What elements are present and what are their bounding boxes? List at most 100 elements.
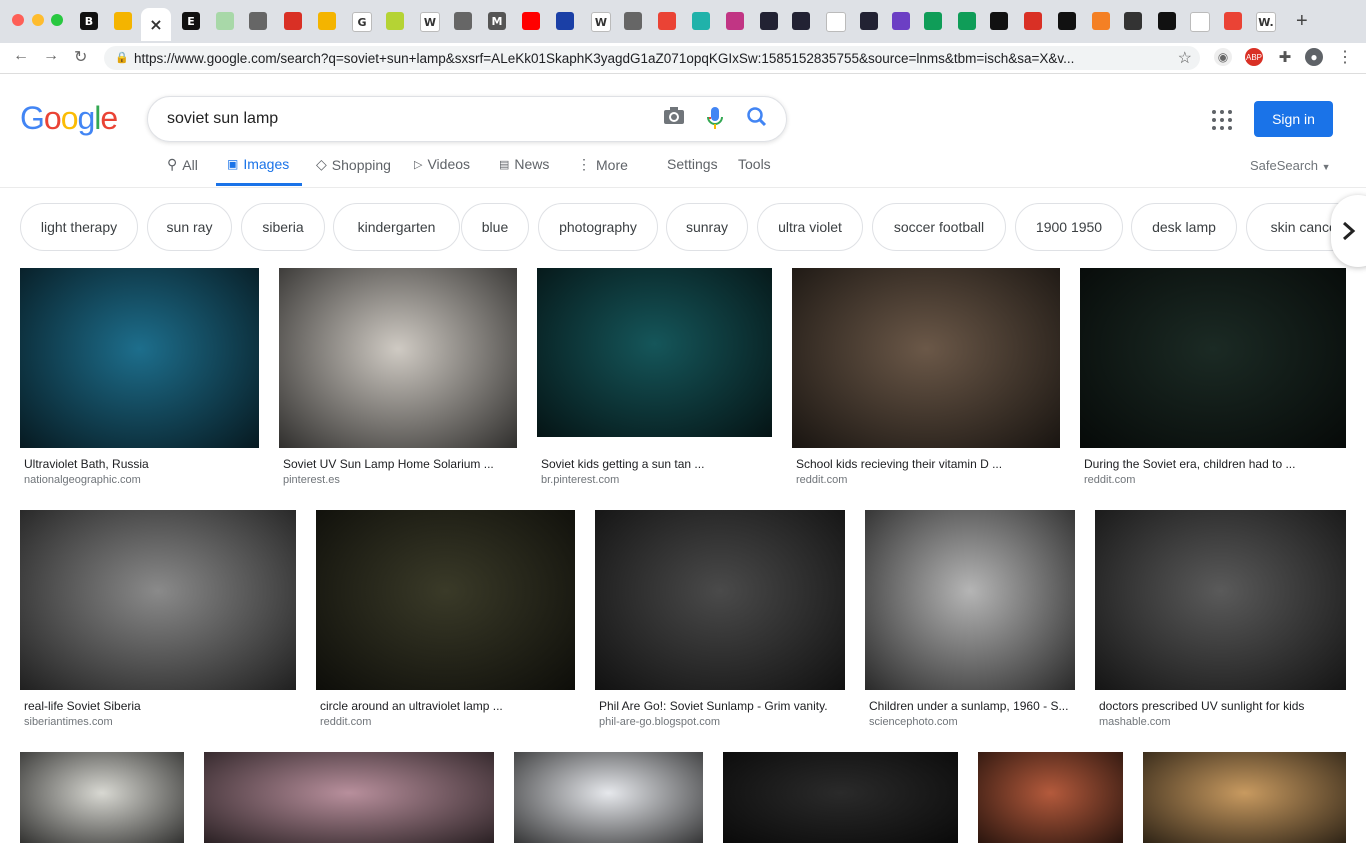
result-source[interactable]: reddit.com: [796, 474, 847, 486]
google-apps-icon[interactable]: [1212, 110, 1232, 130]
lock-icon[interactable]: 🔒: [115, 51, 129, 64]
result-source[interactable]: reddit.com: [1084, 474, 1135, 486]
result-thumbnail[interactable]: [1143, 752, 1346, 843]
result-source[interactable]: br.pinterest.com: [541, 474, 619, 486]
search-chip[interactable]: 1900 1950: [1015, 203, 1123, 251]
google-logo[interactable]: Google: [20, 100, 118, 137]
close-tab-icon[interactable]: ×: [149, 15, 162, 34]
result-thumbnail[interactable]: [1080, 268, 1346, 448]
browser-tab[interactable]: [556, 12, 574, 30]
result-source[interactable]: phil-are-go.blogspot.com: [599, 716, 720, 728]
adblock-extension-icon[interactable]: ABP: [1245, 48, 1263, 66]
result-title[interactable]: real-life Soviet Siberia: [24, 699, 141, 713]
search-chip[interactable]: ultra violet: [757, 203, 863, 251]
tab-videos[interactable]: ▷ Videos: [414, 156, 470, 172]
tab-more[interactable]: ⋮ More: [577, 156, 628, 173]
result-title[interactable]: Ultraviolet Bath, Russia: [24, 457, 149, 471]
result-source[interactable]: pinterest.es: [283, 474, 340, 486]
browser-tab[interactable]: [726, 12, 744, 30]
result-thumbnail[interactable]: [204, 752, 494, 843]
browser-tab[interactable]: [760, 12, 778, 30]
tab-images[interactable]: ▣ Images: [227, 156, 289, 172]
browser-tab[interactable]: [792, 12, 810, 30]
result-thumbnail[interactable]: [865, 510, 1075, 690]
search-chip[interactable]: sunray: [666, 203, 748, 251]
result-title[interactable]: Phil Are Go!: Soviet Sunlamp - Grim vani…: [599, 699, 828, 713]
reload-icon[interactable]: ↻: [74, 47, 87, 67]
result-title[interactable]: Children under a sunlamp, 1960 - S...: [869, 699, 1068, 713]
search-chip[interactable]: blue: [461, 203, 529, 251]
browser-menu-icon[interactable]: ⋮: [1336, 48, 1354, 66]
result-source[interactable]: sciencephoto.com: [869, 716, 958, 728]
result-thumbnail[interactable]: [20, 268, 259, 448]
browser-tab[interactable]: [658, 12, 676, 30]
browser-tab[interactable]: B: [80, 12, 98, 30]
browser-tab[interactable]: [216, 12, 234, 30]
profile-avatar-icon[interactable]: ●: [1305, 48, 1323, 66]
browser-tab[interactable]: W.: [1256, 12, 1276, 32]
active-browser-tab[interactable]: ×: [141, 8, 171, 41]
search-chip[interactable]: light therapy: [20, 203, 138, 251]
back-icon[interactable]: ←: [13, 47, 29, 65]
browser-tab[interactable]: [114, 12, 132, 30]
result-thumbnail[interactable]: [792, 268, 1060, 448]
camera-search-icon[interactable]: [663, 106, 685, 132]
result-title[interactable]: During the Soviet era, children had to .…: [1084, 457, 1295, 471]
browser-tab[interactable]: [924, 12, 942, 30]
result-title[interactable]: Soviet kids getting a sun tan ...: [541, 457, 704, 471]
browser-tab[interactable]: [1190, 12, 1210, 32]
tab-settings[interactable]: Settings: [667, 156, 718, 172]
bookmark-star-icon[interactable]: ☆: [1178, 48, 1192, 68]
result-thumbnail[interactable]: [595, 510, 845, 690]
result-title[interactable]: Soviet UV Sun Lamp Home Solarium ...: [283, 457, 494, 471]
result-source[interactable]: nationalgeographic.com: [24, 474, 141, 486]
browser-tab[interactable]: G: [352, 12, 372, 32]
result-title[interactable]: doctors prescribed UV sunlight for kids: [1099, 699, 1304, 713]
result-thumbnail[interactable]: [20, 752, 184, 843]
zoom-window-button[interactable]: [51, 14, 63, 26]
search-chip[interactable]: photography: [538, 203, 658, 251]
search-icon[interactable]: [746, 106, 768, 134]
search-chip[interactable]: sun ray: [147, 203, 232, 251]
result-thumbnail[interactable]: [20, 510, 296, 690]
safesearch-toggle[interactable]: SafeSearch ▼: [1250, 158, 1330, 173]
browser-tab[interactable]: [990, 12, 1008, 30]
browser-tab[interactable]: [522, 12, 540, 30]
result-source[interactable]: siberiantimes.com: [24, 716, 113, 728]
browser-tab[interactable]: [892, 12, 910, 30]
result-thumbnail[interactable]: [316, 510, 575, 690]
browser-tab[interactable]: [454, 12, 472, 30]
tab-news[interactable]: ▤ News: [499, 156, 549, 172]
result-thumbnail[interactable]: [723, 752, 958, 843]
browser-tab[interactable]: [1158, 12, 1176, 30]
chevron-right-icon[interactable]: [1331, 195, 1366, 267]
microphone-icon[interactable]: [706, 106, 724, 136]
result-thumbnail[interactable]: [537, 268, 772, 437]
browser-tab[interactable]: E: [182, 12, 200, 30]
browser-tab[interactable]: M: [488, 12, 506, 30]
browser-tab[interactable]: [249, 12, 267, 30]
browser-tab[interactable]: W: [420, 12, 440, 32]
new-tab-button[interactable]: +: [1296, 10, 1308, 33]
browser-tab[interactable]: [826, 12, 846, 32]
browser-tab[interactable]: [624, 12, 642, 30]
result-thumbnail[interactable]: [1095, 510, 1346, 690]
result-thumbnail[interactable]: [514, 752, 703, 843]
browser-tab[interactable]: [284, 12, 302, 30]
address-bar-url[interactable]: https://www.google.com/search?q=soviet+s…: [134, 51, 1174, 66]
close-window-button[interactable]: [12, 14, 24, 26]
browser-tab[interactable]: W: [591, 12, 611, 32]
result-source[interactable]: reddit.com: [320, 716, 371, 728]
result-title[interactable]: circle around an ultraviolet lamp ...: [320, 699, 503, 713]
search-chip[interactable]: kindergarten: [333, 203, 460, 251]
browser-tab[interactable]: [318, 12, 336, 30]
browser-tab[interactable]: [692, 12, 710, 30]
browser-tab[interactable]: [1092, 12, 1110, 30]
search-input[interactable]: soviet sun lamp: [167, 110, 278, 128]
search-box[interactable]: soviet sun lamp: [147, 96, 787, 142]
browser-tab[interactable]: [1124, 12, 1142, 30]
tab-all[interactable]: ⚲ All: [167, 156, 198, 173]
result-title[interactable]: School kids recieving their vitamin D ..…: [796, 457, 1002, 471]
forward-icon[interactable]: →: [43, 47, 59, 65]
minimize-window-button[interactable]: [32, 14, 44, 26]
